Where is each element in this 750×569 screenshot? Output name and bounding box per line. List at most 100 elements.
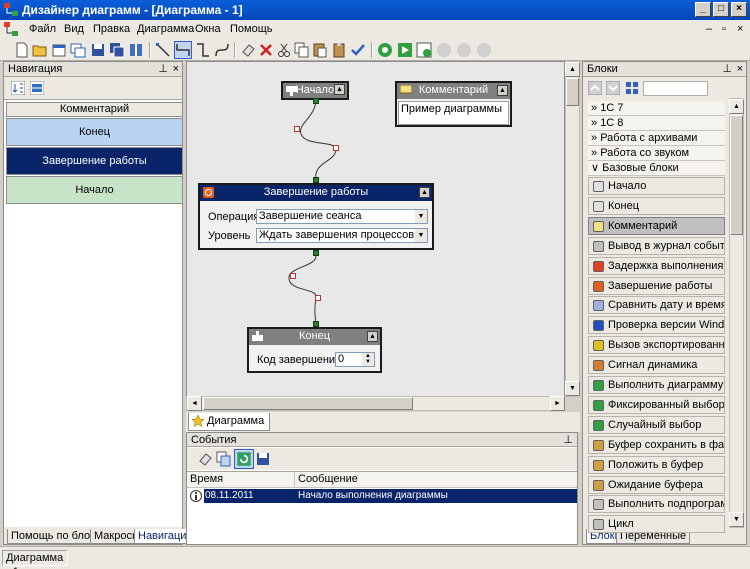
minimize-button[interactable]: _ [695, 2, 711, 17]
block-group-sound[interactable]: » Работа со звуком [588, 146, 725, 161]
close-panel-button[interactable]: × [737, 62, 743, 76]
block-item[interactable]: Выполнить диаграмму [588, 376, 725, 394]
menu-file[interactable]: Файл [29, 23, 56, 35]
snap-icon[interactable] [195, 42, 211, 58]
node-expand-button[interactable]: ▲ [367, 331, 378, 342]
comment-text[interactable]: Пример диаграммы [398, 101, 509, 125]
stop-icon[interactable] [456, 42, 472, 58]
open-icon[interactable] [32, 42, 48, 58]
mdi-restore-button[interactable]: ▫ [722, 23, 726, 35]
check-icon[interactable] [350, 42, 366, 58]
scroll-down-button[interactable]: ▼ [729, 512, 744, 527]
nav-item-shutdown[interactable]: Завершение работы [6, 147, 183, 175]
block-item[interactable]: Сигнал динамика [588, 356, 725, 375]
block-item[interactable]: Ожидание буфера [588, 475, 725, 494]
block-item[interactable]: Начало [588, 177, 725, 195]
block-group-1c7[interactable]: » 1С 7 [588, 101, 725, 116]
new-icon[interactable] [14, 42, 30, 58]
scroll-down-button[interactable]: ▼ [565, 381, 580, 396]
canvas-horizontal-scrollbar[interactable]: ◄ ► [186, 396, 565, 411]
connection-joint[interactable] [294, 126, 300, 132]
open-window-icon[interactable] [70, 42, 86, 58]
sort-icon[interactable] [11, 81, 25, 95]
output-port[interactable] [313, 98, 319, 104]
eraser-icon[interactable] [197, 451, 213, 467]
node-expand-button[interactable]: ▲ [419, 187, 430, 198]
cut-icon[interactable] [276, 42, 292, 58]
scroll-thumb[interactable] [203, 397, 413, 410]
column-header-message[interactable]: Сообщение [295, 472, 577, 488]
menu-windows[interactable]: Окна [195, 23, 221, 35]
block-item[interactable]: Вызов экспортированной... [588, 336, 725, 355]
operation-select[interactable]: Завершение сеанса ▼ [256, 209, 428, 224]
tab-diagram-1[interactable]: Диаграмма - 1 [188, 413, 270, 443]
copy-icon[interactable] [294, 42, 310, 58]
block-item[interactable]: Цикл [588, 515, 725, 534]
node-expand-button[interactable]: ▲ [334, 84, 345, 95]
import-icon[interactable] [51, 42, 67, 58]
column-header-time[interactable]: Время [187, 472, 295, 488]
block-item[interactable]: Выполнить подпрограмму [588, 495, 725, 514]
block-item[interactable]: Вывод в журнал событий [588, 236, 725, 255]
clipboard-icon[interactable] [331, 42, 347, 58]
scroll-right-button[interactable]: ► [550, 396, 565, 411]
connection-joint[interactable] [290, 273, 296, 279]
mdi-child-icon[interactable] [4, 22, 18, 36]
block-item[interactable]: Задержка выполнения [588, 256, 725, 275]
blocks-scrollbar[interactable]: ▲ ▼ [729, 98, 744, 528]
comment-node[interactable]: Комментарий ▲ Пример диаграммы [395, 81, 512, 127]
mdi-close-button[interactable]: × [737, 23, 743, 35]
menu-help[interactable]: Помощь [230, 23, 273, 35]
scroll-up-button[interactable]: ▲ [565, 62, 580, 77]
scroll-thumb[interactable] [730, 115, 743, 235]
end-node[interactable]: Конец ▲ Код завершения 0 ▲ ▼ [247, 327, 382, 373]
step-icon[interactable] [416, 42, 432, 58]
delete-icon[interactable] [258, 42, 274, 58]
node-expand-button[interactable]: ▲ [497, 85, 508, 96]
block-item[interactable]: Сравнить дату и время [588, 296, 725, 315]
close-panel-button[interactable]: × [173, 62, 179, 76]
connector-icon[interactable] [155, 42, 171, 58]
book-icon[interactable] [128, 42, 144, 58]
spline-icon[interactable] [214, 42, 230, 58]
save-icon[interactable] [90, 42, 106, 58]
pin-icon[interactable]: ⊥ [563, 433, 573, 447]
block-item[interactable]: Конец [588, 196, 725, 215]
block-item[interactable]: Положить в буфер [588, 455, 725, 474]
menu-diagram[interactable]: Диаграмма [137, 23, 194, 35]
scroll-thumb[interactable] [566, 78, 579, 106]
save-icon[interactable] [255, 451, 271, 467]
nav-item-comment[interactable]: Комментарий [6, 102, 183, 117]
nav-item-start[interactable]: Начало [6, 176, 183, 204]
canvas-vertical-scrollbar[interactable]: ▲ ▼ [565, 61, 580, 397]
list-view-icon[interactable] [30, 81, 44, 95]
eraser-icon[interactable] [240, 42, 256, 58]
pin-icon[interactable]: ⊥ [722, 62, 732, 76]
play-icon[interactable] [397, 42, 413, 58]
scroll-up-button[interactable]: ▲ [729, 99, 744, 114]
disabled-icon[interactable] [476, 42, 492, 58]
table-row[interactable]: 08.11.2011 13:24:51 Начало выполнения ди… [187, 489, 577, 514]
menu-view[interactable]: Вид [64, 23, 84, 35]
chevron-down-icon[interactable]: ▼ [415, 229, 427, 242]
block-group-basic[interactable]: ∨ Базовые блоки [588, 161, 725, 176]
block-group-archives[interactable]: » Работа с архивами [588, 131, 725, 146]
close-button[interactable]: × [731, 2, 747, 17]
block-item[interactable]: Фиксированный выбор [588, 395, 725, 414]
level-select[interactable]: Ждать завершения процессов, с возм ▼ [256, 228, 428, 243]
scroll-left-button[interactable]: ◄ [187, 396, 202, 411]
connection-joint[interactable] [333, 145, 339, 151]
chevron-down-icon[interactable]: ▼ [415, 210, 427, 223]
pin-icon[interactable]: ⊥ [158, 62, 168, 76]
expand-down-icon[interactable] [606, 81, 620, 95]
block-item[interactable]: Завершение работы [588, 276, 725, 295]
pause-icon[interactable] [436, 42, 452, 58]
exit-code-stepper[interactable]: 0 ▲ ▼ [335, 352, 375, 367]
collapse-up-icon[interactable] [588, 81, 602, 95]
block-group-1c8[interactable]: » 1С 8 [588, 116, 725, 131]
output-port[interactable] [313, 250, 319, 256]
curve-connector-icon[interactable] [174, 41, 192, 59]
shutdown-node[interactable]: Завершение работы ▲ Операция Завершение … [198, 183, 434, 250]
block-item[interactable]: Проверка версии Windows [588, 316, 725, 335]
menu-edit[interactable]: Правка [93, 23, 130, 35]
